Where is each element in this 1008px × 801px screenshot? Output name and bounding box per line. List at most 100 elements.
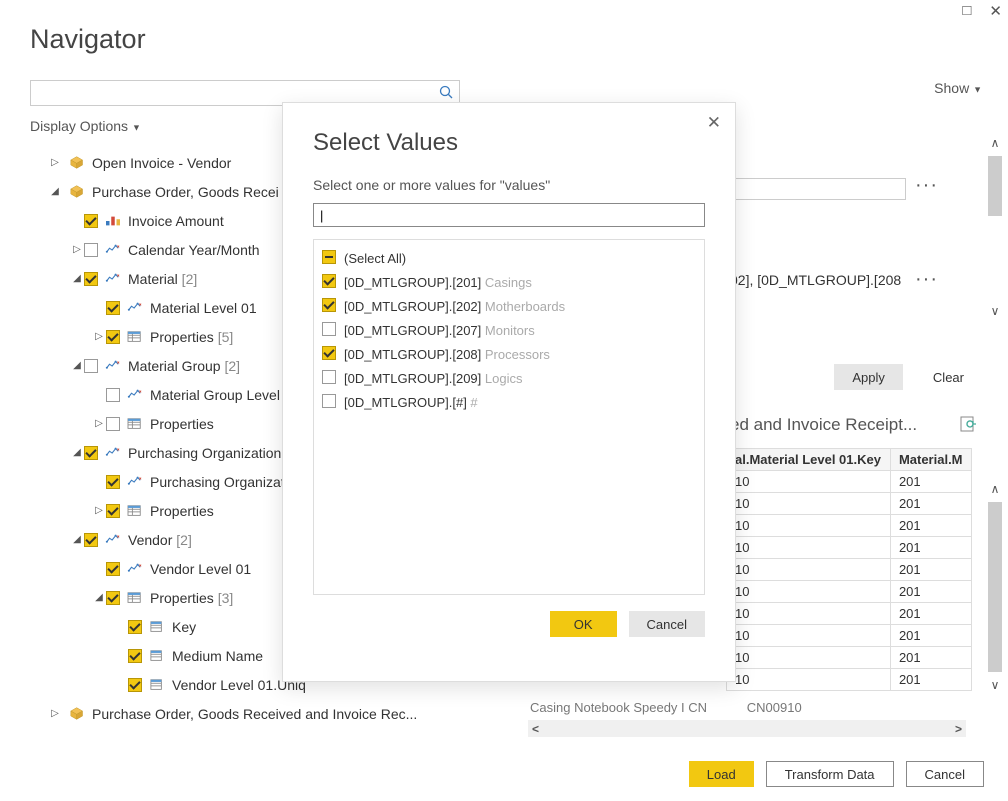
expand-icon[interactable]: ▷ xyxy=(48,158,62,168)
checkbox[interactable] xyxy=(106,301,120,315)
parameter-picker-1-icon[interactable]: ··· xyxy=(915,174,938,197)
checkbox[interactable] xyxy=(322,394,336,411)
scroll-thumb[interactable] xyxy=(988,502,1002,672)
column-header[interactable]: Material.M xyxy=(890,449,971,471)
scrollbar-vertical[interactable]: ∧ ∨ xyxy=(986,134,1004,324)
table-row[interactable]: 10201 xyxy=(727,603,972,625)
cancel-button[interactable]: Cancel xyxy=(906,761,984,787)
checkbox[interactable] xyxy=(106,475,120,489)
expand-icon[interactable]: ▷ xyxy=(92,506,106,516)
checkbox[interactable] xyxy=(84,533,98,547)
checkbox[interactable] xyxy=(84,214,98,228)
scroll-up-icon[interactable]: ∧ xyxy=(986,480,1004,498)
value-row[interactable]: [0D_MTLGROUP].[207] Monitors xyxy=(322,318,696,342)
value-row[interactable]: [0D_MTLGROUP].[201] Casings xyxy=(322,270,696,294)
apply-button[interactable]: Apply xyxy=(834,364,903,390)
collapse-icon[interactable]: ◢ xyxy=(92,593,106,603)
value-row[interactable]: [0D_MTLGROUP].[209] Logics xyxy=(322,366,696,390)
checkbox[interactable] xyxy=(106,591,120,605)
checkbox[interactable] xyxy=(84,243,98,257)
cube-icon xyxy=(68,706,86,721)
tree-label: Properties [5] xyxy=(150,330,233,344)
checkbox[interactable] xyxy=(322,322,336,339)
checkbox[interactable] xyxy=(106,562,120,576)
table-row[interactable]: 10201 xyxy=(727,625,972,647)
dialog-cancel-button[interactable]: Cancel xyxy=(629,611,705,637)
checkbox[interactable] xyxy=(128,649,142,663)
ok-button[interactable]: OK xyxy=(550,611,617,637)
table-row[interactable]: 10201 xyxy=(727,471,972,493)
collapse-icon[interactable]: ◢ xyxy=(70,361,84,371)
checkbox[interactable] xyxy=(322,250,336,264)
filter-input[interactable] xyxy=(313,203,705,227)
display-options-dropdown[interactable]: Display Options ▼ xyxy=(30,118,141,134)
close-icon[interactable]: ✕ xyxy=(707,113,721,133)
prop-icon xyxy=(126,504,144,518)
expand-icon[interactable]: ▷ xyxy=(92,332,106,342)
scroll-down-icon[interactable]: ∨ xyxy=(986,302,1004,320)
table-row[interactable]: 10201 xyxy=(727,669,972,691)
checkbox[interactable] xyxy=(84,359,98,373)
checkbox[interactable] xyxy=(322,298,336,315)
search-icon[interactable] xyxy=(439,85,453,102)
checkbox[interactable] xyxy=(322,370,336,387)
table-scrollbar-horizontal[interactable]: < > xyxy=(528,720,966,737)
checkbox[interactable] xyxy=(106,330,120,344)
search-input[interactable] xyxy=(37,85,439,102)
maximize-icon[interactable]: □ xyxy=(962,2,971,20)
checkbox[interactable] xyxy=(128,620,142,634)
value-label: [0D_MTLGROUP].[208] Processors xyxy=(344,347,550,362)
prop-icon xyxy=(126,591,144,605)
checkbox[interactable] xyxy=(106,417,120,431)
value-row[interactable]: [0D_MTLGROUP].[#] # xyxy=(322,390,696,414)
value-label: [0D_MTLGROUP].[#] # xyxy=(344,395,478,410)
expand-icon[interactable]: ▷ xyxy=(70,245,84,255)
tree-label: Open Invoice - Vendor xyxy=(92,156,231,170)
clear-button[interactable]: Clear xyxy=(915,364,982,390)
show-dropdown[interactable]: Show ▼ xyxy=(934,80,982,96)
tree-label: Purchasing Organizatio xyxy=(150,475,296,489)
table-row[interactable]: 10201 xyxy=(727,647,972,669)
checkbox[interactable] xyxy=(128,678,142,692)
checkbox[interactable] xyxy=(322,274,336,291)
table-row[interactable]: 10201 xyxy=(727,581,972,603)
expand-icon[interactable]: ▷ xyxy=(92,419,106,429)
value-row[interactable]: [0D_MTLGROUP].[208] Processors xyxy=(322,342,696,366)
page-title: Navigator xyxy=(30,24,146,55)
column-header[interactable]: al.Material Level 01.Key xyxy=(727,449,891,471)
parameter-picker-2-icon[interactable]: ··· xyxy=(915,268,938,291)
refresh-preview-icon[interactable] xyxy=(960,416,978,435)
close-window-icon[interactable]: ✕ xyxy=(989,2,1002,20)
table-row[interactable]: 10201 xyxy=(727,493,972,515)
table-row[interactable]: 10201 xyxy=(727,559,972,581)
select-all-row[interactable]: (Select All) xyxy=(322,246,696,270)
scroll-left-icon[interactable]: < xyxy=(532,722,539,736)
collapse-icon[interactable]: ◢ xyxy=(70,535,84,545)
checkbox[interactable] xyxy=(106,504,120,518)
scroll-right-icon[interactable]: > xyxy=(955,722,962,736)
checkbox[interactable] xyxy=(106,388,120,402)
tree-label: Vendor [2] xyxy=(128,533,192,547)
checkbox[interactable] xyxy=(84,446,98,460)
transform-data-button[interactable]: Transform Data xyxy=(766,761,894,787)
scroll-thumb[interactable] xyxy=(988,156,1002,216)
expand-icon[interactable]: ▷ xyxy=(48,709,62,719)
collapse-icon[interactable]: ◢ xyxy=(70,274,84,284)
scroll-down-icon[interactable]: ∨ xyxy=(986,676,1004,694)
tree-node[interactable]: ▷Purchase Order, Goods Received and Invo… xyxy=(30,699,470,728)
table-row[interactable]: 10201 xyxy=(727,515,972,537)
checkbox[interactable] xyxy=(322,346,336,363)
hier-icon xyxy=(126,562,144,576)
cube-icon xyxy=(68,155,86,170)
collapse-icon[interactable]: ◢ xyxy=(48,187,62,197)
collapse-icon[interactable]: ◢ xyxy=(70,448,84,458)
table-scrollbar-vertical[interactable]: ∧ ∨ xyxy=(986,480,1004,700)
scroll-up-icon[interactable]: ∧ xyxy=(986,134,1004,152)
load-button[interactable]: Load xyxy=(689,761,754,787)
col-icon xyxy=(148,649,166,663)
tree-label: Purchase Order, Goods Recei xyxy=(92,185,279,199)
value-row[interactable]: [0D_MTLGROUP].[202] Motherboards xyxy=(322,294,696,318)
table-row[interactable]: 10201 xyxy=(727,537,972,559)
checkbox[interactable] xyxy=(84,272,98,286)
tree-label: Invoice Amount xyxy=(128,214,224,228)
